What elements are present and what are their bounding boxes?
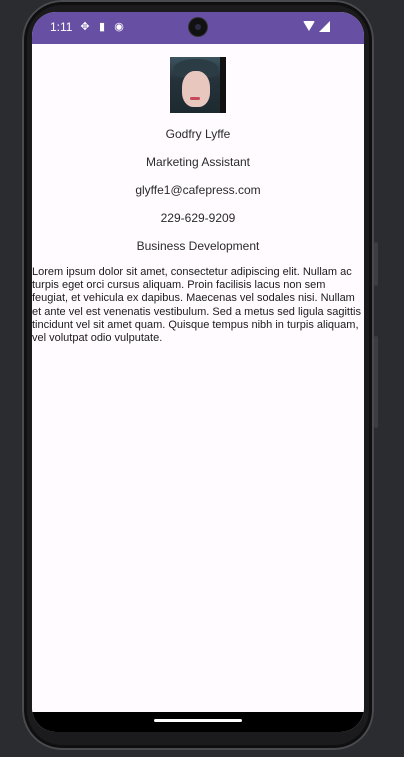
status-notification-icons: ✥ ▮ ◉ <box>80 20 124 33</box>
profile-department: Business Development <box>136 239 260 253</box>
profile-phone: 229-629-9209 <box>160 211 236 225</box>
sd-card-icon: ▮ <box>98 21 106 33</box>
profile-email: glyffe1@cafepress.com <box>135 183 261 197</box>
wifi-icon <box>303 21 315 31</box>
home-gesture-handle[interactable] <box>154 719 242 722</box>
volume-button <box>374 336 378 428</box>
profile-avatar <box>170 57 226 113</box>
usb-debug-icon: ✥ <box>80 21 90 33</box>
app-screen: 1:11 ✥ ▮ ◉ Godfry Lyffe Marketing Assist… <box>32 12 364 732</box>
front-camera <box>189 18 207 36</box>
profile-name: Godfry Lyffe <box>165 127 231 141</box>
sync-icon: ◉ <box>114 21 124 33</box>
avatar-face <box>182 71 210 107</box>
status-system-icons <box>303 21 330 32</box>
profile-details: Godfry Lyffe Marketing Assistant glyffe1… <box>32 44 364 345</box>
avatar-lips <box>190 97 200 100</box>
navigation-bar <box>32 712 364 732</box>
profile-bio: Lorem ipsum dolor sit amet, consectetur … <box>32 266 361 345</box>
status-bar: 1:11 ✥ ▮ ◉ <box>32 12 364 44</box>
status-time: 1:11 <box>50 20 73 34</box>
power-button <box>374 242 378 286</box>
cell-signal-icon <box>319 21 330 32</box>
profile-job-title: Marketing Assistant <box>145 155 251 169</box>
avatar-photo <box>170 57 220 113</box>
